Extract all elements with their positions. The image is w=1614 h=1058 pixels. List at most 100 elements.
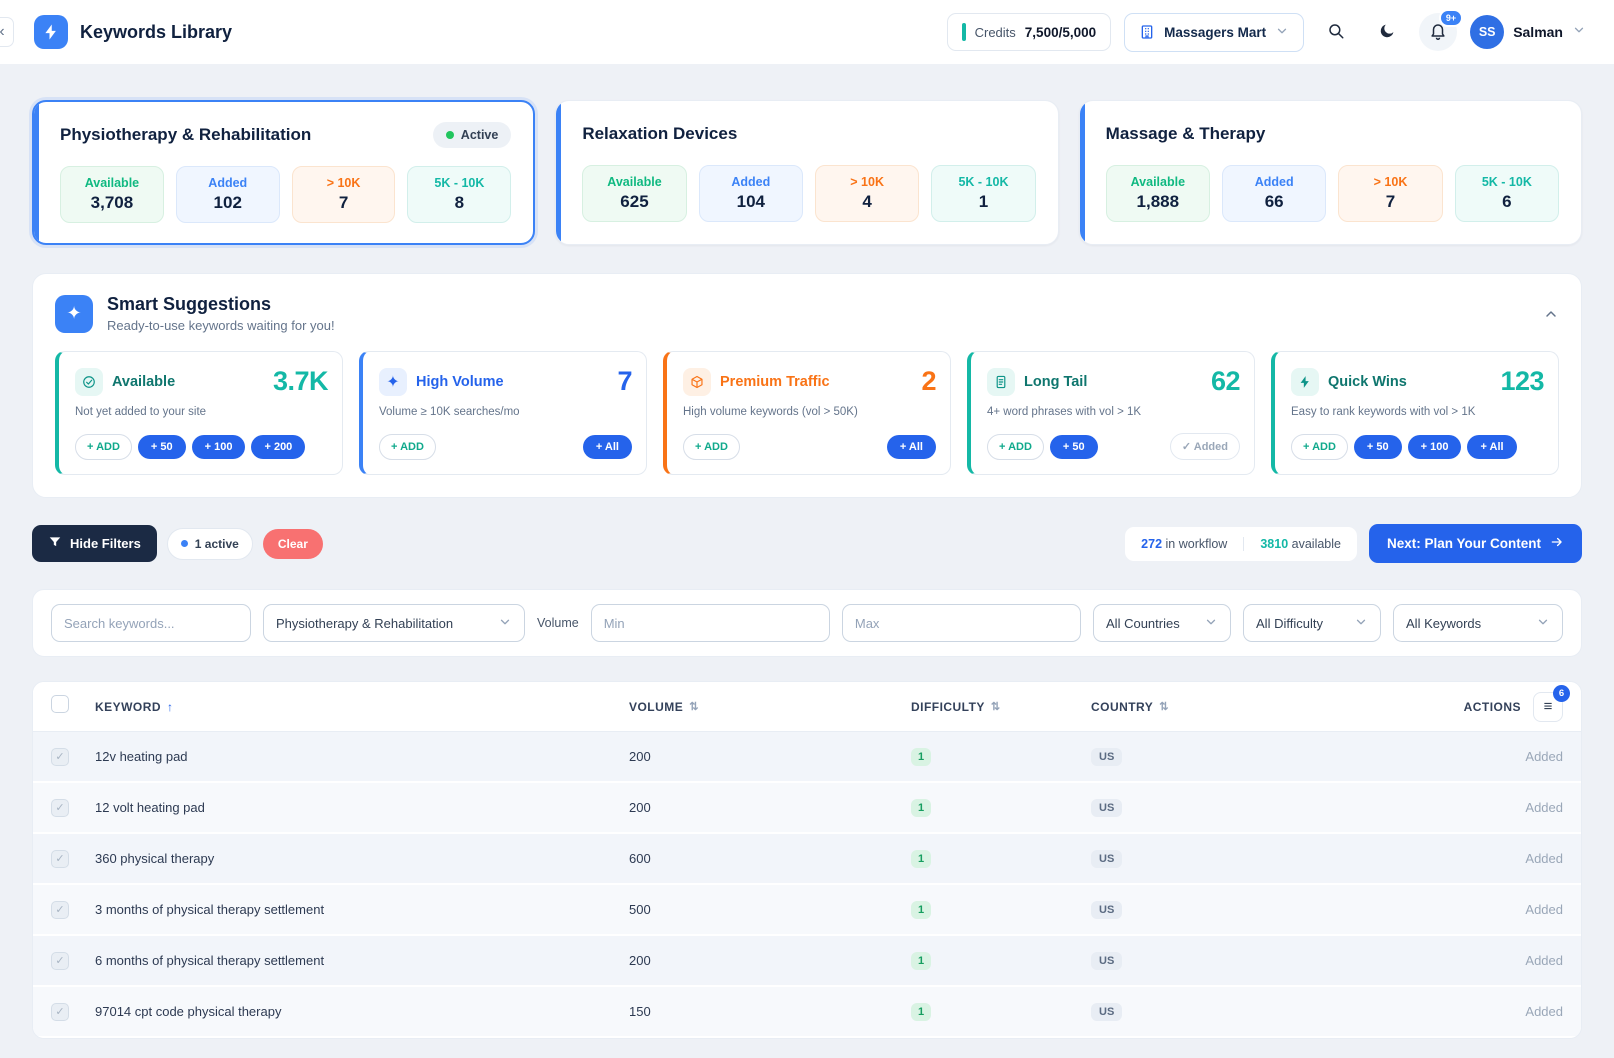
volume-label: Volume [537,616,579,630]
add-button[interactable]: + ADD [987,434,1044,460]
add-all-button[interactable]: + All [1467,435,1516,459]
row-checkbox[interactable]: ✓ [51,901,69,919]
row-checkbox[interactable]: ✓ [51,850,69,868]
table-row[interactable]: ✓ 12 volt heating pad 200 1 US Added [33,783,1581,834]
table-row[interactable]: ✓ 97014 cpt code physical therapy 150 1 … [33,987,1581,1038]
add-button[interactable]: + ADD [75,434,132,460]
theme-toggle-button[interactable] [1368,13,1406,51]
suggestion-card-available: Available 3.7K Not yet added to your sit… [55,351,343,475]
add-200-button[interactable]: + 200 [251,435,305,459]
add-100-button[interactable]: + 100 [1408,435,1462,459]
table-row[interactable]: ✓ 12v heating pad 200 1 US Added [33,732,1581,783]
project-card-physiotherapy[interactable]: Physiotherapy & Rehabilitation Active Av… [32,100,535,245]
check-icon: ✓ [55,903,64,916]
added-status: Added [1427,1004,1563,1019]
add-button[interactable]: + ADD [683,434,740,460]
add-50-button[interactable]: + 50 [1354,435,1402,459]
volume-cell: 200 [629,749,911,764]
add-50-button[interactable]: + 50 [138,435,186,459]
back-button[interactable]: ‹ [0,17,14,47]
project-card-relaxation-devices[interactable]: Relaxation Devices Available625 Added104… [555,100,1058,245]
notification-count-badge: 9+ [1439,9,1463,27]
suggestion-card-high-volume: ✦ High Volume 7 Volume ≥ 10K searches/mo… [359,351,647,475]
stat-over-10k: > 10K4 [815,165,919,222]
credits-accent-bar [962,23,966,41]
check-icon: ✓ [55,750,64,763]
stat-over-10k: > 10K7 [1338,165,1442,222]
table-body: ✓ 12v heating pad 200 1 US Added ✓ 12 vo… [33,732,1581,1038]
volume-cell: 500 [629,902,911,917]
project-card-massage-therapy[interactable]: Massage & Therapy Available1,888 Added66… [1079,100,1582,245]
row-checkbox[interactable]: ✓ [51,1003,69,1021]
stat-added: Added102 [176,166,280,223]
suggestion-count: 123 [1500,366,1544,397]
keyword-cell: 12v heating pad [95,749,629,764]
moon-icon [1378,22,1396,43]
search-button[interactable] [1317,13,1355,51]
table-row[interactable]: ✓ 3 months of physical therapy settlemen… [33,885,1581,936]
project-name: Massage & Therapy [1106,124,1266,144]
sparkle-icon: ✦ [379,368,407,396]
volume-cell: 200 [629,953,911,968]
country-column-header[interactable]: COUNTRY ⇅ [1091,700,1427,714]
country-filter-select[interactable]: All Countries [1093,604,1231,642]
chevron-down-icon [1536,615,1550,632]
volume-min-input[interactable] [591,604,830,642]
active-filter-chip: 1 active [167,528,253,560]
difficulty-badge: 1 [911,799,931,817]
suggestion-description: 4+ word phrases with vol > 1K [987,406,1240,418]
credits-value: 7,500/5,000 [1025,25,1096,40]
volume-cell: 600 [629,851,911,866]
difficulty-column-header[interactable]: DIFFICULTY ⇅ [911,700,1091,714]
chevron-down-icon [1204,615,1218,632]
row-checkbox[interactable]: ✓ [51,799,69,817]
select-all-checkbox[interactable] [51,695,69,713]
added-button: ✓ Added [1170,433,1240,460]
suggestion-count: 7 [617,366,632,397]
keyword-cell: 360 physical therapy [95,851,629,866]
active-dot-icon [181,540,188,547]
add-100-button[interactable]: + 100 [192,435,246,459]
sparkle-wand-icon: ✦ [55,295,93,333]
difficulty-badge: 1 [911,901,931,919]
keyword-cell: 6 months of physical therapy settlement [95,953,629,968]
project-filter-select[interactable]: Physiotherapy & Rehabilitation [263,604,525,642]
row-checkbox[interactable]: ✓ [51,748,69,766]
add-all-button[interactable]: + All [583,435,632,459]
difficulty-badge: 1 [911,952,931,970]
stat-5k-10k: 5K - 10K6 [1455,165,1559,222]
row-checkbox[interactable]: ✓ [51,952,69,970]
check-icon: ✓ [55,852,64,865]
search-input[interactable] [51,604,251,642]
add-all-button[interactable]: + All [887,435,936,459]
sort-icon: ⇅ [1159,700,1169,713]
workspace-selector[interactable]: Massagers Mart [1124,13,1304,52]
added-status: Added [1427,851,1563,866]
keywords-filter-select[interactable]: All Keywords [1393,604,1563,642]
next-plan-content-button[interactable]: Next: Plan Your Content [1369,524,1582,563]
stat-added: Added66 [1222,165,1326,222]
add-50-button[interactable]: + 50 [1050,435,1098,459]
notifications-button[interactable]: 9+ [1419,13,1457,51]
keyword-cell: 97014 cpt code physical therapy [95,1004,629,1019]
clear-filters-button[interactable]: Clear [263,529,323,559]
difficulty-filter-select[interactable]: All Difficulty [1243,604,1381,642]
volume-max-input[interactable] [842,604,1081,642]
hide-filters-button[interactable]: Hide Filters [32,525,157,562]
table-row[interactable]: ✓ 6 months of physical therapy settlemen… [33,936,1581,987]
stat-available: Available3,708 [60,166,164,223]
sort-icon: ⇅ [991,700,1001,713]
stat-5k-10k: 5K - 10K1 [931,165,1035,222]
collapse-button[interactable] [1543,306,1559,322]
keyword-column-header[interactable]: KEYWORD ↑ [95,700,629,714]
add-button[interactable]: + ADD [1291,434,1348,460]
suggestion-count: 62 [1211,366,1240,397]
suggestion-card-quick-wins: Quick Wins 123 Easy to rank keywords wit… [1271,351,1559,475]
column-menu-button[interactable]: ≡ 6 [1533,692,1563,722]
page-title: Keywords Library [80,22,232,43]
table-row[interactable]: ✓ 360 physical therapy 600 1 US Added [33,834,1581,885]
volume-column-header[interactable]: VOLUME ⇅ [629,700,911,714]
country-badge: US [1091,799,1122,817]
user-menu[interactable]: SS Salman [1470,15,1586,49]
add-button[interactable]: + ADD [379,434,436,460]
